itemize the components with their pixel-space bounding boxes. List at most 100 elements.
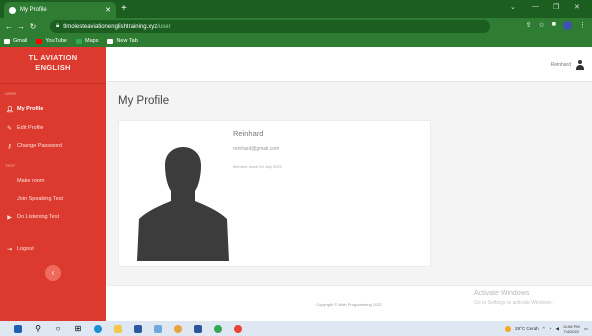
sidebar-item-label: Make room xyxy=(17,178,45,184)
file-explorer-icon[interactable] xyxy=(108,321,128,336)
collapse-sidebar-button[interactable]: ‹ xyxy=(45,265,61,281)
sidebar-item-make-room[interactable]: Make room xyxy=(0,175,106,187)
user-icon: 👤︎ xyxy=(6,106,14,113)
browser-tab[interactable]: My Profile ✕ xyxy=(4,2,116,18)
notifications-icon[interactable]: ▭ xyxy=(584,326,588,332)
sidebar-item-label: Edit Profile xyxy=(17,125,44,131)
tab-title: My Profile xyxy=(20,7,47,13)
volume-icon[interactable]: ◀ xyxy=(555,326,558,332)
reload-icon[interactable]: ↻ xyxy=(27,22,39,31)
clock-date: 7/4/2022 xyxy=(563,328,580,334)
share-icon[interactable]: ⇪ xyxy=(526,21,532,30)
chrome-app-icon[interactable] xyxy=(228,321,248,336)
sidebar-item-label: Logout xyxy=(17,246,34,252)
chrome-profile-icon[interactable] xyxy=(208,321,228,336)
activate-windows-title: Activate Windows xyxy=(474,290,530,297)
start-button[interactable] xyxy=(8,321,28,336)
bookmark-youtube[interactable]: YouTube xyxy=(36,38,67,44)
url-field[interactable]: 🔒︎ tlmolesteaviationenglishtraining.xyz … xyxy=(50,20,490,33)
play-icon: ▶ xyxy=(7,214,12,221)
lock-icon: 🔒︎ xyxy=(56,23,60,29)
maps-icon xyxy=(76,38,82,44)
user-avatar-icon xyxy=(576,60,584,70)
profile-silhouette-icon xyxy=(137,147,229,261)
top-navbar: Reinhard xyxy=(106,47,592,82)
sidebar-item-change-password[interactable]: ⚷ Change Password xyxy=(0,140,106,152)
member-since: Member since 04 July 2022 xyxy=(233,164,282,169)
profile-name: Reinhard xyxy=(233,129,264,138)
new-tab-button[interactable]: + xyxy=(121,3,127,15)
web-page: TL AVIATION ENGLISH USER TEST 👤︎ My Profi… xyxy=(0,47,592,321)
minimize-icon[interactable]: — xyxy=(532,3,539,10)
bookmarks-bar: Gmail YouTube Maps New Tab xyxy=(0,35,592,47)
sidebar-item-label: My Profile xyxy=(17,106,44,112)
url-path: /user xyxy=(157,23,171,30)
edge-icon[interactable] xyxy=(88,321,108,336)
activate-windows-subtitle: Go to Settings to activate Windows. xyxy=(474,300,553,306)
sidebar-item-join-speaking-test[interactable]: Join Speaking Test xyxy=(0,193,106,205)
network-icon[interactable]: ◔ xyxy=(549,326,552,331)
key-icon: ⚷ xyxy=(7,143,12,150)
chrome-icon[interactable] xyxy=(168,321,188,336)
profile-card: Reinhard reinhard@gmail.com Member since… xyxy=(118,120,431,267)
back-icon[interactable]: ← xyxy=(3,22,15,31)
sidebar-item-edit-profile[interactable]: ✎ Edit Profile xyxy=(0,122,106,134)
username: Reinhard xyxy=(550,62,571,68)
extensions-icon[interactable]: ■ xyxy=(552,21,556,30)
tray-chevron-icon[interactable]: ^ xyxy=(543,326,545,331)
bookmark-label: YouTube xyxy=(45,38,67,44)
section-label-test: TEST xyxy=(5,163,16,168)
word-icon[interactable] xyxy=(188,321,208,336)
bookmark-label: New Tab xyxy=(116,38,138,44)
photos-icon[interactable] xyxy=(148,321,168,336)
profile-email: reinhard@gmail.com xyxy=(233,146,280,152)
clock-time: 11:56 PM xyxy=(562,323,580,329)
clock[interactable]: 11:56 PM 7/4/2022 xyxy=(563,324,580,334)
sidebar-item-do-listening-test[interactable]: ▶ Do Listening Test xyxy=(0,211,106,223)
brand-logo[interactable]: TL AVIATION ENGLISH xyxy=(0,53,106,73)
store-icon[interactable] xyxy=(128,321,148,336)
bookmark-maps[interactable]: Maps xyxy=(76,38,98,44)
sidebar-item-label: Join Speaking Test xyxy=(17,196,64,202)
favicon-icon xyxy=(9,6,16,14)
bookmark-new-tab[interactable]: New Tab xyxy=(107,38,138,44)
forward-icon[interactable]: → xyxy=(15,22,27,31)
logout-icon: ⇥ xyxy=(6,246,13,253)
newtab-icon xyxy=(107,38,114,44)
youtube-icon xyxy=(36,38,43,44)
search-icon[interactable]: ⚲ xyxy=(28,321,48,336)
menu-icon[interactable]: ⋮ xyxy=(579,21,586,30)
weather-text[interactable]: 29°C Cerah xyxy=(515,326,539,331)
user-edit-icon: ✎ xyxy=(6,125,13,132)
bookmark-star-icon[interactable]: ☆ xyxy=(538,21,544,30)
maximize-icon[interactable]: ❐ xyxy=(553,3,559,11)
sidebar-item-my-profile[interactable]: 👤︎ My Profile xyxy=(0,103,106,115)
toolbar-icons: ⇪ ☆ ■ ⋮ xyxy=(526,21,586,30)
profile-icon[interactable] xyxy=(563,21,572,30)
bookmark-gmail[interactable]: Gmail xyxy=(4,38,27,44)
screen: My Profile ✕ + ⌄ — ❐ ✕ ← → ↻ 🔒︎ tlmolest… xyxy=(0,0,592,336)
section-label-user: USER xyxy=(5,91,17,96)
address-bar: ← → ↻ 🔒︎ tlmolesteaviationenglishtrainin… xyxy=(0,18,592,35)
tab-strip: My Profile ✕ + ⌄ — ❐ ✕ xyxy=(0,0,592,18)
tab-search-icon[interactable]: ⌄ xyxy=(510,3,516,11)
gmail-icon xyxy=(4,38,10,44)
bookmark-label: Gmail xyxy=(13,38,28,44)
close-window-icon[interactable]: ✕ xyxy=(574,3,580,11)
task-view-icon[interactable]: ○ xyxy=(48,321,68,336)
windows-logo-icon xyxy=(14,324,22,333)
sidebar-item-logout[interactable]: ⇥ Logout xyxy=(0,243,106,255)
bookmark-label: Maps xyxy=(85,38,99,44)
brand-line2: ENGLISH xyxy=(35,63,71,72)
user-menu[interactable]: Reinhard xyxy=(551,60,584,70)
close-tab-icon[interactable]: ✕ xyxy=(105,6,111,14)
weather-icon xyxy=(505,325,512,332)
brand-line1: TL AVIATION xyxy=(28,53,78,62)
url-host: tlmolesteaviationenglishtraining.xyz xyxy=(63,23,158,30)
sidebar: TL AVIATION ENGLISH USER TEST 👤︎ My Profi… xyxy=(0,47,106,321)
brand-divider xyxy=(0,83,106,84)
widgets-icon[interactable]: ⊞ xyxy=(68,321,88,336)
sidebar-item-label: Do Listening Test xyxy=(17,214,60,220)
windows-taskbar: ⚲ ○ ⊞ 29°C Cerah ^ ◔ ◀ 11:56 PM 7/4/2022… xyxy=(0,321,592,336)
page-title: My Profile xyxy=(118,95,170,107)
